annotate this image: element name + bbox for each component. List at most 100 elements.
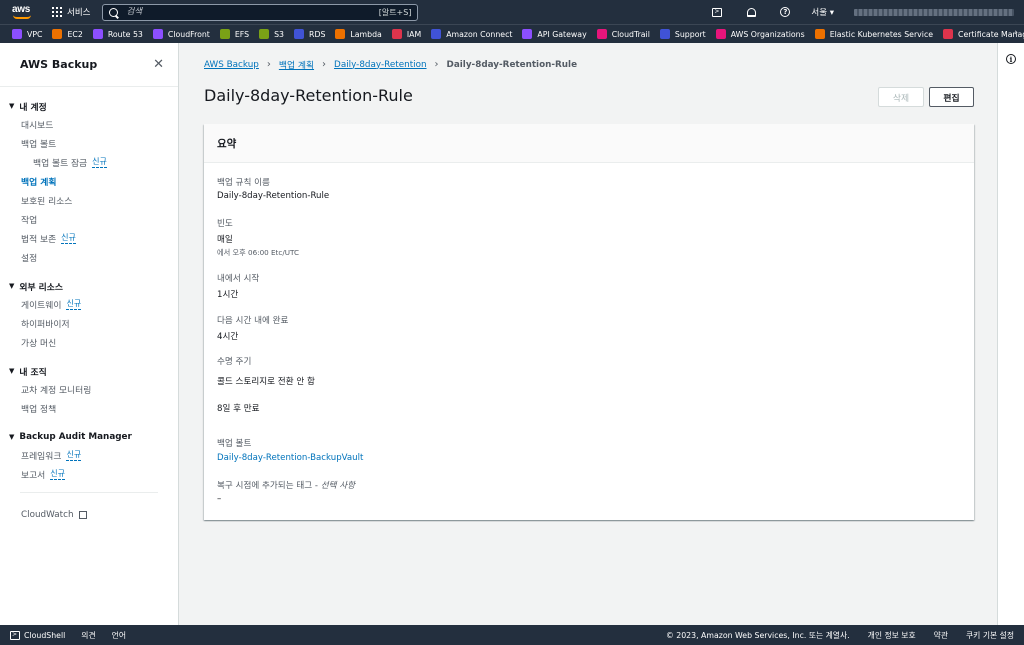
sidebar-item-label: 보호된 리소스 — [21, 197, 73, 207]
favorite-item[interactable]: Lambda — [335, 29, 382, 39]
nav-section-toggle[interactable]: ▼ Backup Audit Manager — [0, 430, 178, 444]
tags-optional: 선택 사항 — [320, 481, 356, 491]
help-icon: ? — [780, 7, 791, 17]
sidebar-item[interactable]: 법적 보존 신규 — [0, 229, 178, 248]
summary-heading: 요약 — [204, 124, 974, 163]
favorite-label: CloudTrail — [611, 29, 650, 39]
language-link[interactable]: 언어 — [112, 630, 126, 641]
favorite-item[interactable]: Amazon Connect — [431, 29, 512, 39]
breadcrumb-backup-plans[interactable]: 백업 계획 — [279, 58, 314, 71]
lifecycle-expire-value: 8일 후 만료 — [217, 404, 260, 414]
sidebar-item[interactable]: 작업 — [0, 210, 178, 229]
favorite-item[interactable]: Support — [659, 29, 706, 39]
nav-section: ▼ 내 조직교차 계정 모니터링백업 정책 — [0, 364, 178, 418]
cloudshell-icon: > — [10, 630, 20, 640]
service-icon — [659, 29, 670, 39]
sidebar-item[interactable]: 대시보드 — [0, 115, 178, 134]
favorite-label: API Gateway — [537, 29, 587, 39]
favorites-bar: VPC EC2 Route 53 CloudFront EFS S3 RDS Lambda IA… — [0, 24, 1024, 43]
favorite-label: Elastic Kubernetes Service — [829, 29, 934, 39]
caret-down-icon: ▼ — [9, 282, 15, 290]
sidebar-item[interactable]: 백업 정책 — [0, 399, 178, 418]
region-selector[interactable]: 서울 ▾ — [811, 6, 834, 18]
sidebar-item-label: 백업 볼트 잠금 — [33, 159, 88, 169]
services-menu-button[interactable]: 서비스 — [52, 0, 90, 24]
nav-section-toggle[interactable]: ▼ 내 계정 — [0, 99, 178, 113]
new-badge: 신규 — [66, 299, 82, 310]
favorite-label: Route 53 — [107, 29, 143, 39]
sidebar-item-label: 대시보드 — [21, 121, 54, 131]
cloudshell-button[interactable] — [703, 0, 731, 24]
sidebar-item[interactable]: 보고서 신규 — [0, 465, 178, 484]
sidebar-item[interactable]: 가상 머신 — [0, 333, 178, 352]
favorite-item[interactable]: AWS Organizations — [715, 29, 805, 39]
frequency-label: 빈도 — [217, 219, 233, 229]
privacy-link[interactable]: 개인 정보 보호 — [868, 630, 916, 641]
favorite-item[interactable]: Certificate Manager — [943, 29, 1024, 39]
favorite-item[interactable]: Route 53 — [92, 29, 143, 39]
sidebar-item[interactable]: 하이퍼바이저 — [0, 314, 178, 333]
sidebar-item-label: 교차 계정 모니터링 — [21, 386, 92, 396]
terms-link[interactable]: 약관 — [934, 630, 948, 641]
complete-within-label: 다음 시간 내에 완료 — [217, 316, 289, 326]
breadcrumb-current: Daily-8day-Retention-Rule — [446, 59, 578, 70]
service-icon — [92, 29, 103, 39]
favorite-item[interactable]: API Gateway — [522, 29, 587, 39]
favorite-item[interactable]: S3 — [259, 29, 284, 39]
grid-icon — [52, 7, 62, 17]
delete-button[interactable]: 삭제 — [878, 87, 924, 107]
account-menu[interactable] — [854, 8, 1014, 16]
cookies-link[interactable]: 쿠키 기본 설정 — [966, 630, 1014, 641]
search-input[interactable] — [126, 7, 379, 17]
top-navigation: aws 서비스 [알트+S] ? 서울 ▾ — [0, 0, 1024, 24]
chevron-right-icon: › — [322, 59, 327, 70]
favorite-label: VPC — [27, 29, 43, 39]
nav-section-toggle[interactable]: ▼ 외부 리소스 — [0, 279, 178, 293]
footer: > CloudShell 의견 언어 © 2023, Amazon Web Se… — [0, 625, 1024, 645]
help-button[interactable]: ? — [771, 0, 799, 24]
vault-link[interactable]: Daily-8day-Retention-BackupVault — [217, 453, 363, 463]
frequency-value: 매일 — [217, 235, 233, 245]
new-badge: 신규 — [66, 450, 82, 461]
favorite-item[interactable]: EFS — [219, 29, 249, 39]
info-icon[interactable]: i — [1006, 54, 1016, 64]
notifications-button[interactable] — [737, 0, 765, 24]
breadcrumb-plan[interactable]: Daily-8day-Retention — [334, 60, 427, 70]
favorite-item[interactable]: RDS — [294, 29, 325, 39]
feedback-link[interactable]: 의견 — [81, 630, 95, 641]
nav-section: ▼ Backup Audit Manager 프레임워크 신규 보고서 신규 — [0, 430, 178, 484]
sidebar-item[interactable]: 프레임워크 신규 — [0, 446, 178, 465]
sidebar-item[interactable]: 게이트웨이 신규 — [0, 295, 178, 314]
favorite-item[interactable]: CloudFront — [152, 29, 210, 39]
sidebar-item[interactable]: 백업 볼트 잠금 신규 — [0, 153, 178, 172]
favorite-label: Support — [674, 29, 706, 39]
aws-logo-text: aws — [12, 4, 31, 15]
sidebar-item[interactable]: 백업 볼트 — [0, 134, 178, 153]
favorite-label: CloudFront — [167, 29, 210, 39]
nav-section-toggle[interactable]: ▼ 내 조직 — [0, 364, 178, 378]
cloudshell-icon — [712, 7, 723, 17]
search-icon — [109, 7, 119, 17]
sidebar-item-label: 작업 — [21, 216, 38, 226]
sidebar-item-label: 법적 보존 — [21, 235, 57, 245]
aws-logo[interactable]: aws — [12, 3, 34, 21]
cloudwatch-link[interactable]: CloudWatch — [0, 510, 178, 520]
chevron-right-icon[interactable]: › — [1014, 28, 1018, 38]
edit-button[interactable]: 편집 — [929, 87, 974, 107]
close-icon[interactable]: ✕ — [153, 57, 164, 72]
tags-label-text: 복구 시점에 추가되는 태그 - — [217, 481, 321, 491]
search-bar[interactable]: [알트+S] — [102, 3, 419, 21]
sidebar-item[interactable]: 설정 — [0, 248, 178, 267]
favorite-item[interactable]: Elastic Kubernetes Service — [814, 29, 934, 39]
favorite-item[interactable]: CloudTrail — [596, 29, 650, 39]
favorite-item[interactable]: IAM — [391, 29, 421, 39]
breadcrumb-aws-backup[interactable]: AWS Backup — [204, 60, 259, 70]
sidebar-item[interactable]: 보호된 리소스 — [0, 191, 178, 210]
footer-cloudshell-button[interactable]: > CloudShell — [10, 630, 66, 640]
sidebar-item[interactable]: 교차 계정 모니터링 — [0, 380, 178, 399]
favorite-item[interactable]: EC2 — [52, 29, 83, 39]
footer-cloudshell-label: CloudShell — [24, 630, 66, 640]
favorite-item[interactable]: VPC — [12, 29, 42, 39]
copyright-text: © 2023, Amazon Web Services, Inc. 또는 계열사… — [665, 630, 850, 640]
sidebar-item[interactable]: 백업 계획 — [0, 172, 178, 191]
